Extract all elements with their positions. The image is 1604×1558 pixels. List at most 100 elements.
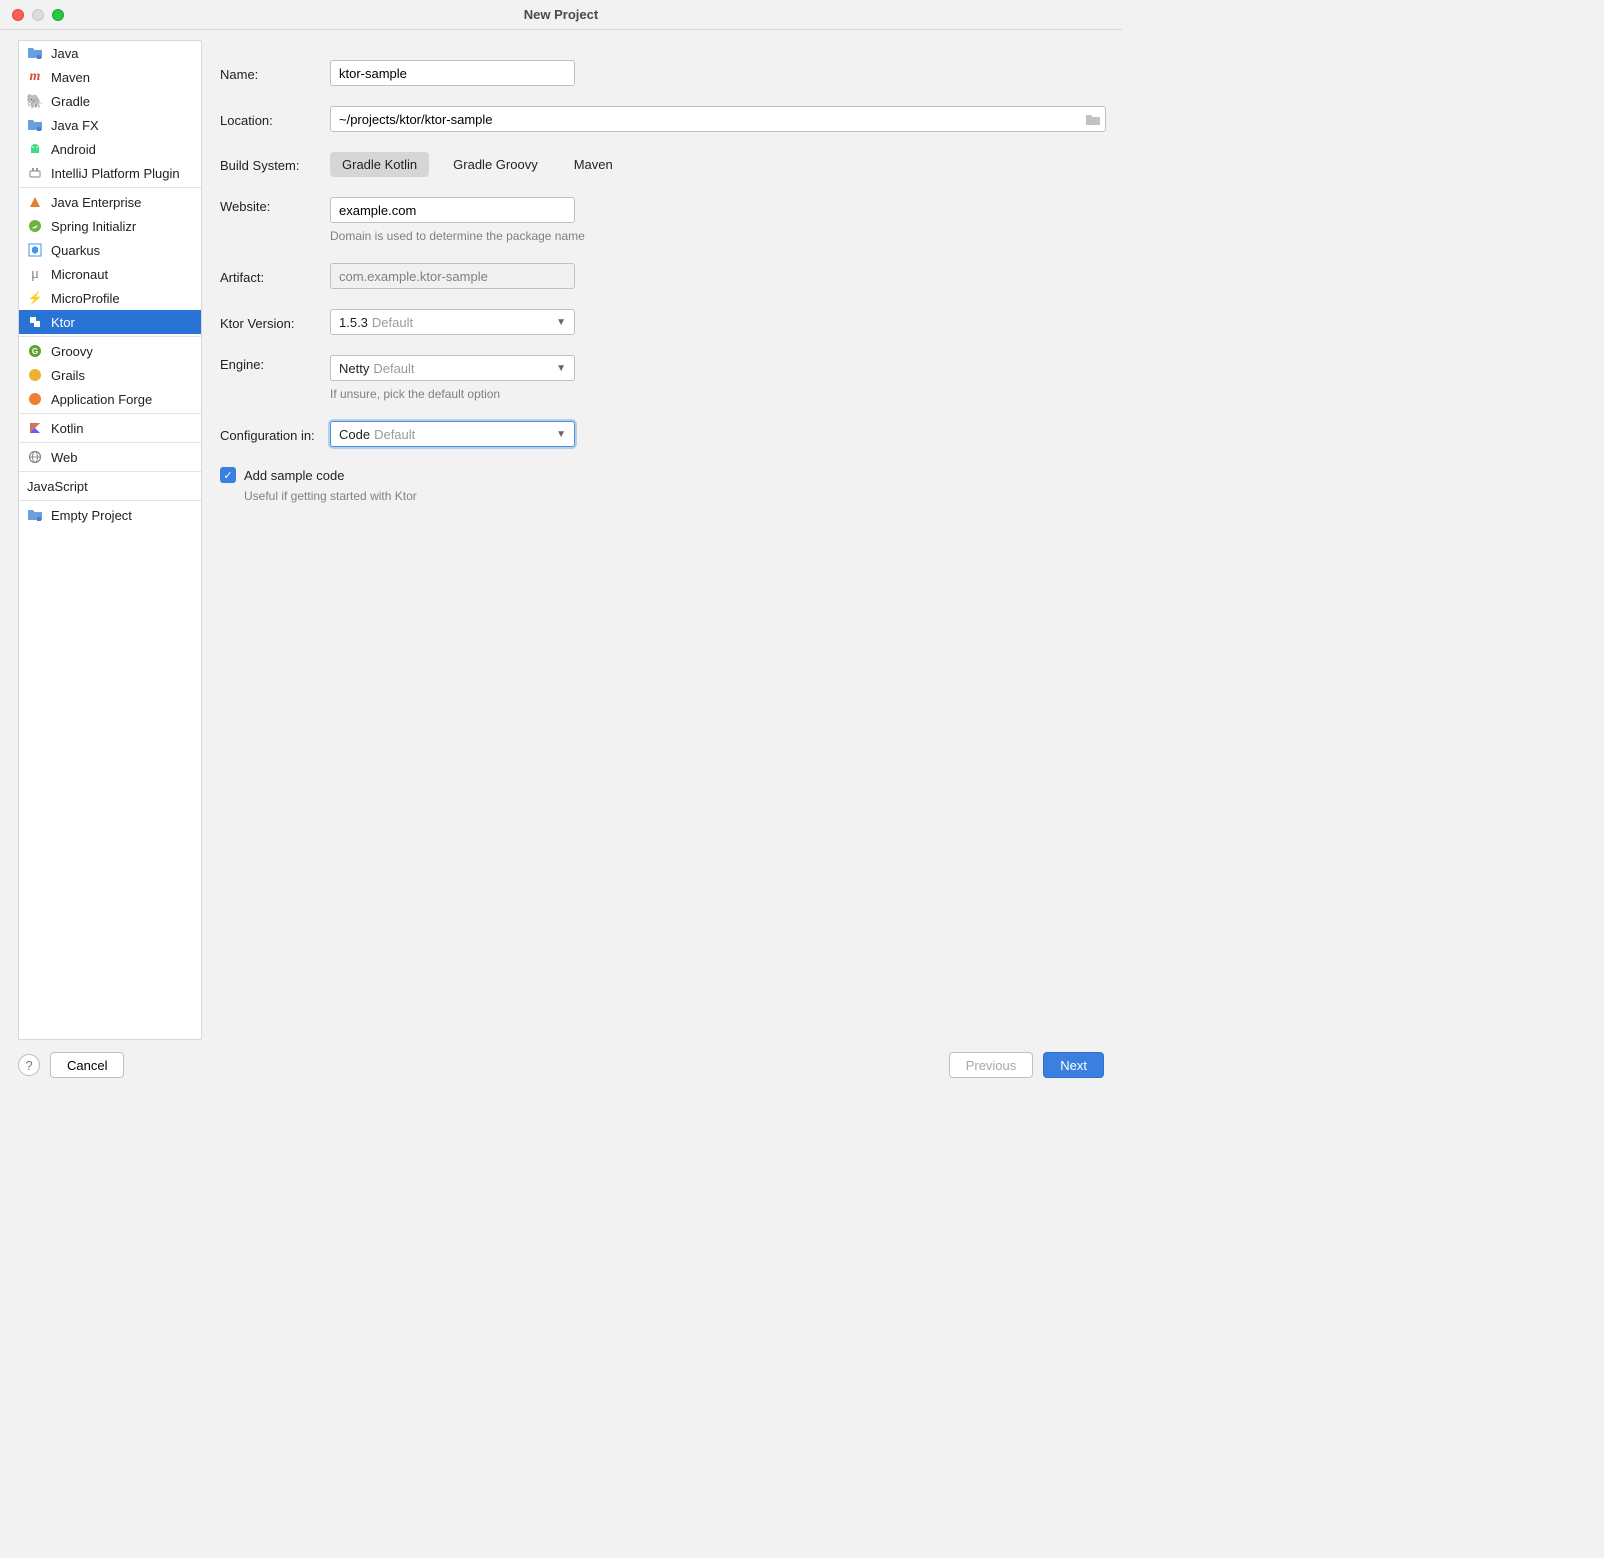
plugin-icon bbox=[27, 165, 43, 181]
form-panel: Name: Location: Build System: Gr bbox=[220, 40, 1112, 1040]
project-type-sidebar: Javam Maven 🐘 Gradle Java FX Android IntelliJ … bbox=[18, 40, 202, 1040]
sidebar-separator bbox=[19, 442, 201, 443]
sidebar-item-android[interactable]: Android bbox=[19, 137, 201, 161]
gradle-icon: 🐘 bbox=[27, 93, 43, 109]
sidebar-item-groovy[interactable]: G Groovy bbox=[19, 339, 201, 363]
buildsystem-label: Build System: bbox=[220, 156, 330, 173]
sidebar-item-maven[interactable]: m Maven bbox=[19, 65, 201, 89]
spring-icon bbox=[27, 218, 43, 234]
sidebar-separator bbox=[19, 336, 201, 337]
website-input[interactable] bbox=[330, 197, 575, 223]
chevron-down-icon: ▼ bbox=[556, 317, 566, 328]
config-label: Configuration in: bbox=[220, 426, 330, 443]
sample-code-hint: Useful if getting started with Ktor bbox=[244, 489, 1106, 503]
maven-icon: m bbox=[27, 69, 43, 85]
sidebar-item-label: Web bbox=[51, 450, 78, 465]
sidebar-item-ktor[interactable]: Ktor bbox=[19, 310, 201, 334]
sidebar-group-label: JavaScript bbox=[19, 474, 201, 498]
sidebar-item-label: Kotlin bbox=[51, 421, 84, 436]
default-suffix: Default bbox=[374, 427, 415, 442]
jee-icon bbox=[27, 194, 43, 210]
previous-button[interactable]: Previous bbox=[949, 1052, 1034, 1078]
footer: ? Cancel Previous Next bbox=[0, 1040, 1122, 1090]
sidebar-item-label: Empty Project bbox=[51, 508, 132, 523]
website-hint: Domain is used to determine the package … bbox=[330, 229, 1106, 243]
sidebar-item-label: IntelliJ Platform Plugin bbox=[51, 166, 180, 181]
sidebar-item-java[interactable]: Java bbox=[19, 41, 201, 65]
sidebar-item-quarkus[interactable]: Quarkus bbox=[19, 238, 201, 262]
buildsystem-option-maven[interactable]: Maven bbox=[562, 152, 625, 177]
quarkus-icon bbox=[27, 242, 43, 258]
sidebar-item-label: Gradle bbox=[51, 94, 90, 109]
folder-blue-icon bbox=[27, 45, 43, 61]
svg-text:G: G bbox=[32, 347, 38, 356]
sidebar-item-label: Ktor bbox=[51, 315, 75, 330]
sidebar-item-label: Spring Initializr bbox=[51, 219, 136, 234]
sidebar-item-grails[interactable]: Grails bbox=[19, 363, 201, 387]
kotlin-icon bbox=[27, 420, 43, 436]
website-label: Website: bbox=[220, 197, 330, 214]
sidebar-item-label: Quarkus bbox=[51, 243, 100, 258]
engine-hint: If unsure, pick the default option bbox=[330, 387, 1106, 401]
titlebar: New Project bbox=[0, 0, 1122, 30]
sidebar-item-label: Android bbox=[51, 142, 96, 157]
ktorversion-label: Ktor Version: bbox=[220, 314, 330, 331]
groovy-icon: G bbox=[27, 343, 43, 359]
sidebar-item-micronaut[interactable]: μ Micronaut bbox=[19, 262, 201, 286]
ktorversion-value: 1.5.3 bbox=[339, 315, 368, 330]
sidebar-item-label: MicroProfile bbox=[51, 291, 120, 306]
grails-icon bbox=[27, 367, 43, 383]
sidebar-item-label: Maven bbox=[51, 70, 90, 85]
android-icon bbox=[27, 141, 43, 157]
sidebar-item-label: Application Forge bbox=[51, 392, 152, 407]
folder-blue-icon bbox=[27, 117, 43, 133]
browse-folder-icon[interactable] bbox=[1081, 112, 1105, 126]
artifact-label: Artifact: bbox=[220, 268, 330, 285]
sidebar-item-empty-project[interactable]: Empty Project bbox=[19, 503, 201, 527]
chevron-down-icon: ▼ bbox=[556, 429, 566, 440]
sidebar-item-intellij-platform-plugin[interactable]: IntelliJ Platform Plugin bbox=[19, 161, 201, 185]
sidebar-item-spring-initializr[interactable]: Spring Initializr bbox=[19, 214, 201, 238]
next-button[interactable]: Next bbox=[1043, 1052, 1104, 1078]
sidebar-item-web[interactable]: Web bbox=[19, 445, 201, 469]
chevron-down-icon: ▼ bbox=[556, 363, 566, 374]
web-icon bbox=[27, 449, 43, 465]
name-input[interactable] bbox=[330, 60, 575, 86]
micronaut-icon: μ bbox=[27, 266, 43, 282]
forge-icon bbox=[27, 391, 43, 407]
buildsystem-segmented: Gradle Kotlin Gradle Groovy Maven bbox=[330, 152, 1106, 177]
sidebar-item-microprofile[interactable]: ⚡MicroProfile bbox=[19, 286, 201, 310]
default-suffix: Default bbox=[372, 315, 413, 330]
sidebar-separator bbox=[19, 500, 201, 501]
sidebar-item-label: Micronaut bbox=[51, 267, 108, 282]
sidebar-item-label: Groovy bbox=[51, 344, 93, 359]
sidebar-separator bbox=[19, 471, 201, 472]
sidebar-item-label: Java Enterprise bbox=[51, 195, 141, 210]
config-select[interactable]: Code Default ▼ bbox=[330, 421, 575, 447]
sidebar-item-label: Java bbox=[51, 46, 78, 61]
sidebar-item-application-forge[interactable]: Application Forge bbox=[19, 387, 201, 411]
cancel-button[interactable]: Cancel bbox=[50, 1052, 124, 1078]
help-icon[interactable]: ? bbox=[18, 1054, 40, 1076]
sample-code-checkbox[interactable]: ✓ bbox=[220, 467, 236, 483]
sidebar-separator bbox=[19, 187, 201, 188]
sidebar-separator bbox=[19, 413, 201, 414]
buildsystem-option-gradle-groovy[interactable]: Gradle Groovy bbox=[441, 152, 550, 177]
location-input[interactable] bbox=[331, 107, 1081, 131]
sidebar-item-gradle[interactable]: 🐘 Gradle bbox=[19, 89, 201, 113]
window-title: New Project bbox=[0, 7, 1122, 22]
sidebar-item-java-fx[interactable]: Java FX bbox=[19, 113, 201, 137]
sidebar-item-kotlin[interactable]: Kotlin bbox=[19, 416, 201, 440]
sidebar-item-label: Grails bbox=[51, 368, 85, 383]
engine-select[interactable]: Netty Default ▼ bbox=[330, 355, 575, 381]
ktorversion-select[interactable]: 1.5.3 Default ▼ bbox=[330, 309, 575, 335]
sidebar-item-java-enterprise[interactable]: Java Enterprise bbox=[19, 190, 201, 214]
buildsystem-option-gradle-kotlin[interactable]: Gradle Kotlin bbox=[330, 152, 429, 177]
default-suffix: Default bbox=[373, 361, 414, 376]
new-project-dialog: New Project Javam Maven 🐘 Gradle Java FX Andr… bbox=[0, 0, 1122, 1090]
config-value: Code bbox=[339, 427, 370, 442]
name-label: Name: bbox=[220, 65, 330, 82]
sample-code-label: Add sample code bbox=[244, 468, 344, 483]
sidebar-item-label: Java FX bbox=[51, 118, 99, 133]
engine-label: Engine: bbox=[220, 355, 330, 372]
